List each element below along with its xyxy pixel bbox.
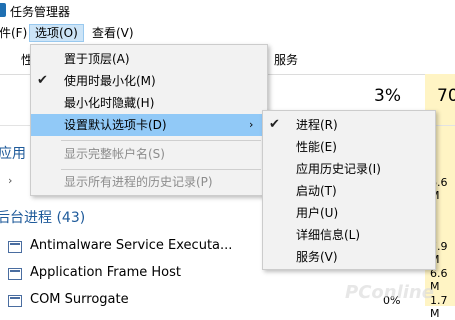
submenu-item-startup[interactable]: 启动(T) xyxy=(263,180,435,202)
submenu-item-services[interactable]: 服务(V) xyxy=(263,246,435,268)
menu-item-label: 使用时最小化(M) xyxy=(64,74,156,88)
task-manager-icon xyxy=(0,3,6,17)
tab-services[interactable]: 服务 xyxy=(271,50,301,70)
menu-file[interactable]: 件(F) xyxy=(0,24,32,42)
title-bar: 任务管理器 xyxy=(0,0,455,22)
menu-separator xyxy=(61,140,261,141)
submenu-item-label: 应用历史记录(I) xyxy=(296,162,381,176)
submenu-item-label: 性能(E) xyxy=(296,140,337,154)
menu-item-always-on-top[interactable]: 置于顶层(A) xyxy=(31,48,267,70)
menu-item-label: 最小化时隐藏(H) xyxy=(64,96,155,110)
submenu-item-app-history[interactable]: 应用历史记录(I) xyxy=(263,158,435,180)
menu-item-set-default-tab[interactable]: 设置默认选项卡(D) › xyxy=(31,114,267,136)
menu-item-label: 显示所有进程的历史记录(P) xyxy=(64,175,213,189)
group-background-processes[interactable]: 后台进程 (43) xyxy=(0,207,85,227)
submenu-item-label: 启动(T) xyxy=(296,184,337,198)
process-icon xyxy=(8,295,22,307)
process-icon xyxy=(8,268,22,280)
memory-column-header[interactable]: 70 xyxy=(437,86,455,106)
menu-item-label: 显示完整帐户名(S) xyxy=(64,147,165,161)
process-name: Antimalware Service Executa... xyxy=(30,238,233,253)
submenu-item-label: 详细信息(L) xyxy=(296,228,361,242)
menu-options[interactable]: 选项(O) xyxy=(29,24,84,42)
menu-bar: 件(F) 选项(O) 查看(V) xyxy=(0,22,455,44)
menu-item-label: 设置默认选项卡(D) xyxy=(64,118,167,132)
process-icon xyxy=(8,241,22,253)
process-name: Application Frame Host xyxy=(30,265,182,280)
submenu-item-details[interactable]: 详细信息(L) xyxy=(263,224,435,246)
chevron-right-icon: › xyxy=(249,118,254,131)
submenu-item-label: 用户(U) xyxy=(296,206,339,220)
menu-item-show-full-account-name[interactable]: 显示完整帐户名(S) xyxy=(31,143,267,165)
menu-item-show-history-all-processes[interactable]: 显示所有进程的历史记录(P) xyxy=(31,171,267,193)
cpu-column-header[interactable]: 3% xyxy=(374,86,401,106)
default-tab-submenu: ✔ 进程(R) 性能(E) 应用历史记录(I) 启动(T) 用户(U) 详细信息… xyxy=(262,110,436,270)
menu-item-minimize-on-use[interactable]: ✔ 使用时最小化(M) xyxy=(31,70,267,92)
submenu-item-performance[interactable]: 性能(E) xyxy=(263,136,435,158)
window-title: 任务管理器 xyxy=(10,5,71,19)
submenu-item-users[interactable]: 用户(U) xyxy=(263,202,435,224)
submenu-item-processes[interactable]: ✔ 进程(R) xyxy=(263,114,435,136)
watermark-logo: PConline xyxy=(345,282,434,303)
submenu-item-label: 进程(R) xyxy=(296,118,338,132)
checkmark-icon: ✔ xyxy=(269,117,280,132)
expand-chevron-icon[interactable]: › xyxy=(8,174,12,187)
process-name: COM Surrogate xyxy=(30,292,129,307)
menu-item-label: 置于顶层(A) xyxy=(64,52,130,66)
checkmark-icon: ✔ xyxy=(37,73,48,88)
submenu-item-label: 服务(V) xyxy=(296,250,338,264)
menu-view[interactable]: 查看(V) xyxy=(87,24,139,42)
menu-separator xyxy=(61,169,261,170)
options-menu: 置于顶层(A) ✔ 使用时最小化(M) 最小化时隐藏(H) 设置默认选项卡(D)… xyxy=(30,44,268,196)
menu-item-hide-when-minimized[interactable]: 最小化时隐藏(H) xyxy=(31,92,267,114)
group-apps[interactable]: 应用 xyxy=(0,143,26,163)
